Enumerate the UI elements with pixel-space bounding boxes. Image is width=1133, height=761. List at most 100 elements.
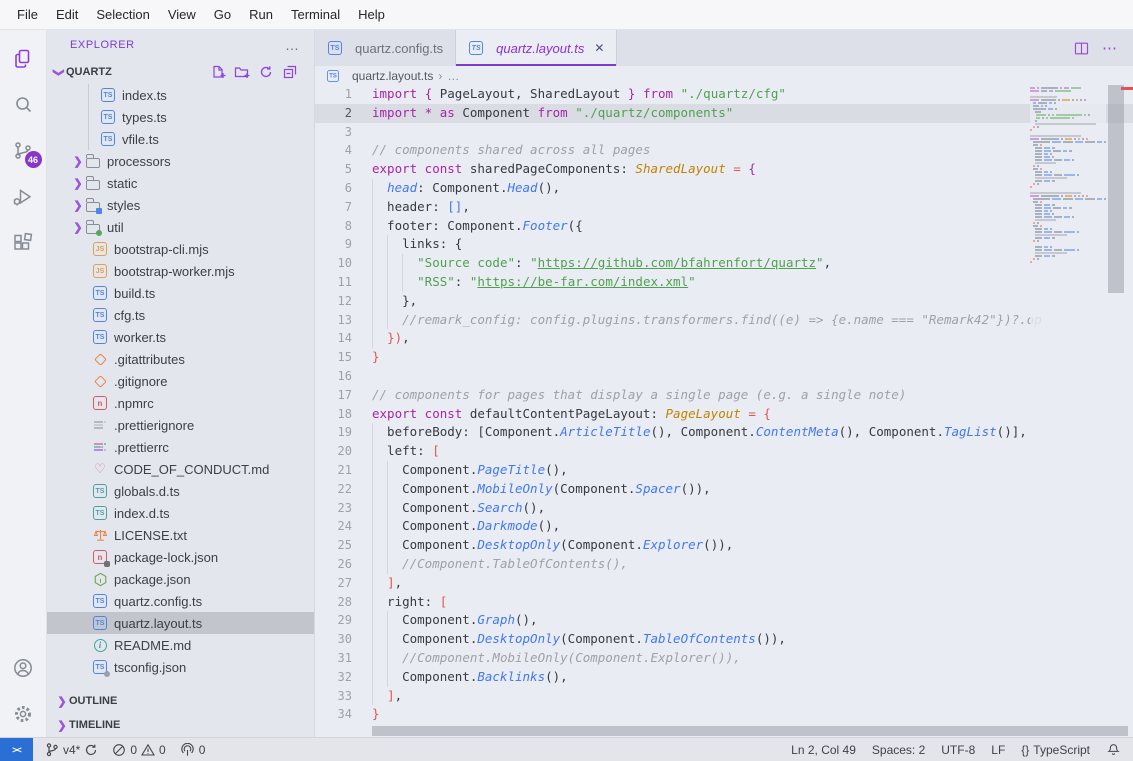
editor-more-icon[interactable]: ⋯ xyxy=(1102,39,1119,57)
file-label: .gitignore xyxy=(114,374,167,389)
new-folder-icon[interactable] xyxy=(234,64,250,80)
code-line-24: 24 Component.Darkmode(), xyxy=(315,517,1133,536)
problems-status[interactable]: 0 0 xyxy=(112,743,165,757)
tree-item-build.ts[interactable]: TSbuild.ts xyxy=(47,282,314,304)
tree-item-cfg.ts[interactable]: TScfg.ts xyxy=(47,304,314,326)
section-header-quartz[interactable]: ❯ QUARTZ xyxy=(47,60,314,84)
folder-util-file-icon xyxy=(85,219,101,235)
menu-item-edit[interactable]: Edit xyxy=(47,7,87,22)
tab-quartz-layout[interactable]: TS quartz.layout.ts ✕ xyxy=(456,30,617,66)
tree-item-styles[interactable]: ❯styles xyxy=(47,194,314,216)
tree-item-.gitignore[interactable]: .gitignore xyxy=(47,370,314,392)
typescript-file-icon: TS xyxy=(327,40,343,56)
activity-bar: 46 xyxy=(0,30,47,737)
breadcrumb-separator: › xyxy=(438,69,442,83)
tree-item-LICENSE.txt[interactable]: LICENSE.txt xyxy=(47,524,314,546)
menu-item-file[interactable]: File xyxy=(8,7,47,22)
eol[interactable]: LF xyxy=(991,743,1005,757)
outline-section[interactable]: ❯ OUTLINE xyxy=(47,689,314,713)
code-line-28: 28 right: [ xyxy=(315,593,1133,612)
tree-item-index.ts[interactable]: TSindex.ts xyxy=(47,84,314,106)
language-mode[interactable]: {} TypeScript xyxy=(1021,743,1090,757)
tree-item-package.json[interactable]: package.json xyxy=(47,568,314,590)
tree-item-bootstrap-worker.mjs[interactable]: JSbootstrap-worker.mjs xyxy=(47,260,314,282)
account-icon[interactable] xyxy=(0,645,47,691)
ports-status[interactable]: 0 xyxy=(180,743,206,757)
tree-item-tsconfig.json[interactable]: TStsconfig.json xyxy=(47,656,314,678)
heart-file-icon: ♡ xyxy=(92,461,108,477)
code-line-26: 26 //Component.TableOfContents(), xyxy=(315,555,1133,574)
menu-item-run[interactable]: Run xyxy=(240,7,282,22)
npm-lock-file-icon: n xyxy=(92,549,108,565)
remote-indicator[interactable]: >< xyxy=(0,738,33,761)
breadcrumb-more[interactable]: … xyxy=(447,69,459,83)
prettier-file-icon xyxy=(92,439,108,455)
breadcrumb-file[interactable]: quartz.layout.ts xyxy=(352,69,433,83)
tree-item-.prettierrc[interactable]: .prettierrc xyxy=(47,436,314,458)
sidebar-more-icon[interactable]: … xyxy=(285,37,300,53)
tree-item-vfile.ts[interactable]: TSvfile.ts xyxy=(47,128,314,150)
timeline-section[interactable]: ❯ TIMELINE xyxy=(47,713,314,737)
tree-item-quartz.config.ts[interactable]: TSquartz.config.ts xyxy=(47,590,314,612)
code-line-15: 15} xyxy=(315,348,1133,367)
tree-item-package-lock.json[interactable]: npackage-lock.json xyxy=(47,546,314,568)
readme-file-icon: i xyxy=(92,637,108,653)
code-line-25: 25 Component.DesktopOnly(Component.Explo… xyxy=(315,536,1133,555)
tree-item-worker.ts[interactable]: TSworker.ts xyxy=(47,326,314,348)
js-file-icon: JS xyxy=(92,241,108,257)
tree-item-README.md[interactable]: i README.md xyxy=(47,634,314,656)
search-icon[interactable] xyxy=(0,82,47,128)
branch-status[interactable]: v4* xyxy=(45,742,98,757)
refresh-icon[interactable] xyxy=(258,64,274,80)
tree-item-types.ts[interactable]: TStypes.ts xyxy=(47,106,314,128)
cursor-position[interactable]: Ln 2, Col 49 xyxy=(791,743,856,757)
split-editor-icon[interactable] xyxy=(1073,40,1090,57)
tree-item-bootstrap-cli.mjs[interactable]: JSbootstrap-cli.mjs xyxy=(47,238,314,260)
tree-item-index.d.ts[interactable]: TSindex.d.ts xyxy=(47,502,314,524)
folder-file-icon xyxy=(85,153,101,169)
tree-item-quartz.layout.ts[interactable]: TSquartz.layout.ts xyxy=(47,612,314,634)
extensions-icon[interactable] xyxy=(0,220,47,266)
broadcast-icon xyxy=(180,743,195,757)
encoding[interactable]: UTF-8 xyxy=(941,743,975,757)
tree-item-static[interactable]: ❯static xyxy=(47,172,314,194)
code-area[interactable]: 1import { PageLayout, SharedLayout } fro… xyxy=(315,85,1133,737)
menu-item-selection[interactable]: Selection xyxy=(87,7,158,22)
tree-item-processors[interactable]: ❯processors xyxy=(47,150,314,172)
collapse-all-icon[interactable] xyxy=(282,64,298,80)
tree-item-util[interactable]: ❯util xyxy=(47,216,314,238)
source-control-icon[interactable]: 46 xyxy=(0,128,47,174)
vertical-scrollbar[interactable] xyxy=(1106,85,1126,737)
close-tab-icon[interactable]: ✕ xyxy=(594,41,604,55)
tree-item-CODE_OF_CONDUCT.md[interactable]: ♡CODE_OF_CONDUCT.md xyxy=(47,458,314,480)
file-label: processors xyxy=(107,154,171,169)
ts-file-icon: TS xyxy=(100,87,116,103)
explorer-icon[interactable] xyxy=(0,36,47,82)
menu-item-go[interactable]: Go xyxy=(205,7,240,22)
bell-icon[interactable] xyxy=(1106,742,1121,757)
settings-gear-icon[interactable] xyxy=(0,691,47,737)
tree-item-.gitattributes[interactable]: .gitattributes xyxy=(47,348,314,370)
menu-item-help[interactable]: Help xyxy=(349,7,394,22)
tree-item-.prettierignore[interactable]: .prettierignore xyxy=(47,414,314,436)
chevron-right-icon: ❯ xyxy=(71,177,85,190)
horizontal-scrollbar[interactable] xyxy=(372,726,1128,736)
code-line-11: 11 "RSS": "https://be-far.com/index.xml" xyxy=(315,273,1133,292)
menu-item-terminal[interactable]: Terminal xyxy=(282,7,349,22)
new-file-icon[interactable] xyxy=(210,64,226,80)
dts-file-icon: TS xyxy=(92,505,108,521)
tab-quartz-config[interactable]: TS quartz.config.ts xyxy=(315,30,456,66)
ts-file-icon: TS xyxy=(100,109,116,125)
js-file-icon: JS xyxy=(92,263,108,279)
chevron-right-icon: ❯ xyxy=(71,221,85,234)
minimap[interactable] xyxy=(1030,85,1106,737)
editor-group: TS quartz.config.ts TS quartz.layout.ts … xyxy=(315,30,1133,737)
menu-item-view[interactable]: View xyxy=(159,7,205,22)
indentation[interactable]: Spaces: 2 xyxy=(872,743,925,757)
file-label: README.md xyxy=(114,638,191,653)
tree-item-.npmrc[interactable]: n.npmrc xyxy=(47,392,314,414)
run-debug-icon[interactable] xyxy=(0,174,47,220)
code-line-19: 19 beforeBody: [Component.ArticleTitle()… xyxy=(315,423,1133,442)
ts-file-icon: TS xyxy=(92,285,108,301)
tree-item-globals.d.ts[interactable]: TSglobals.d.ts xyxy=(47,480,314,502)
